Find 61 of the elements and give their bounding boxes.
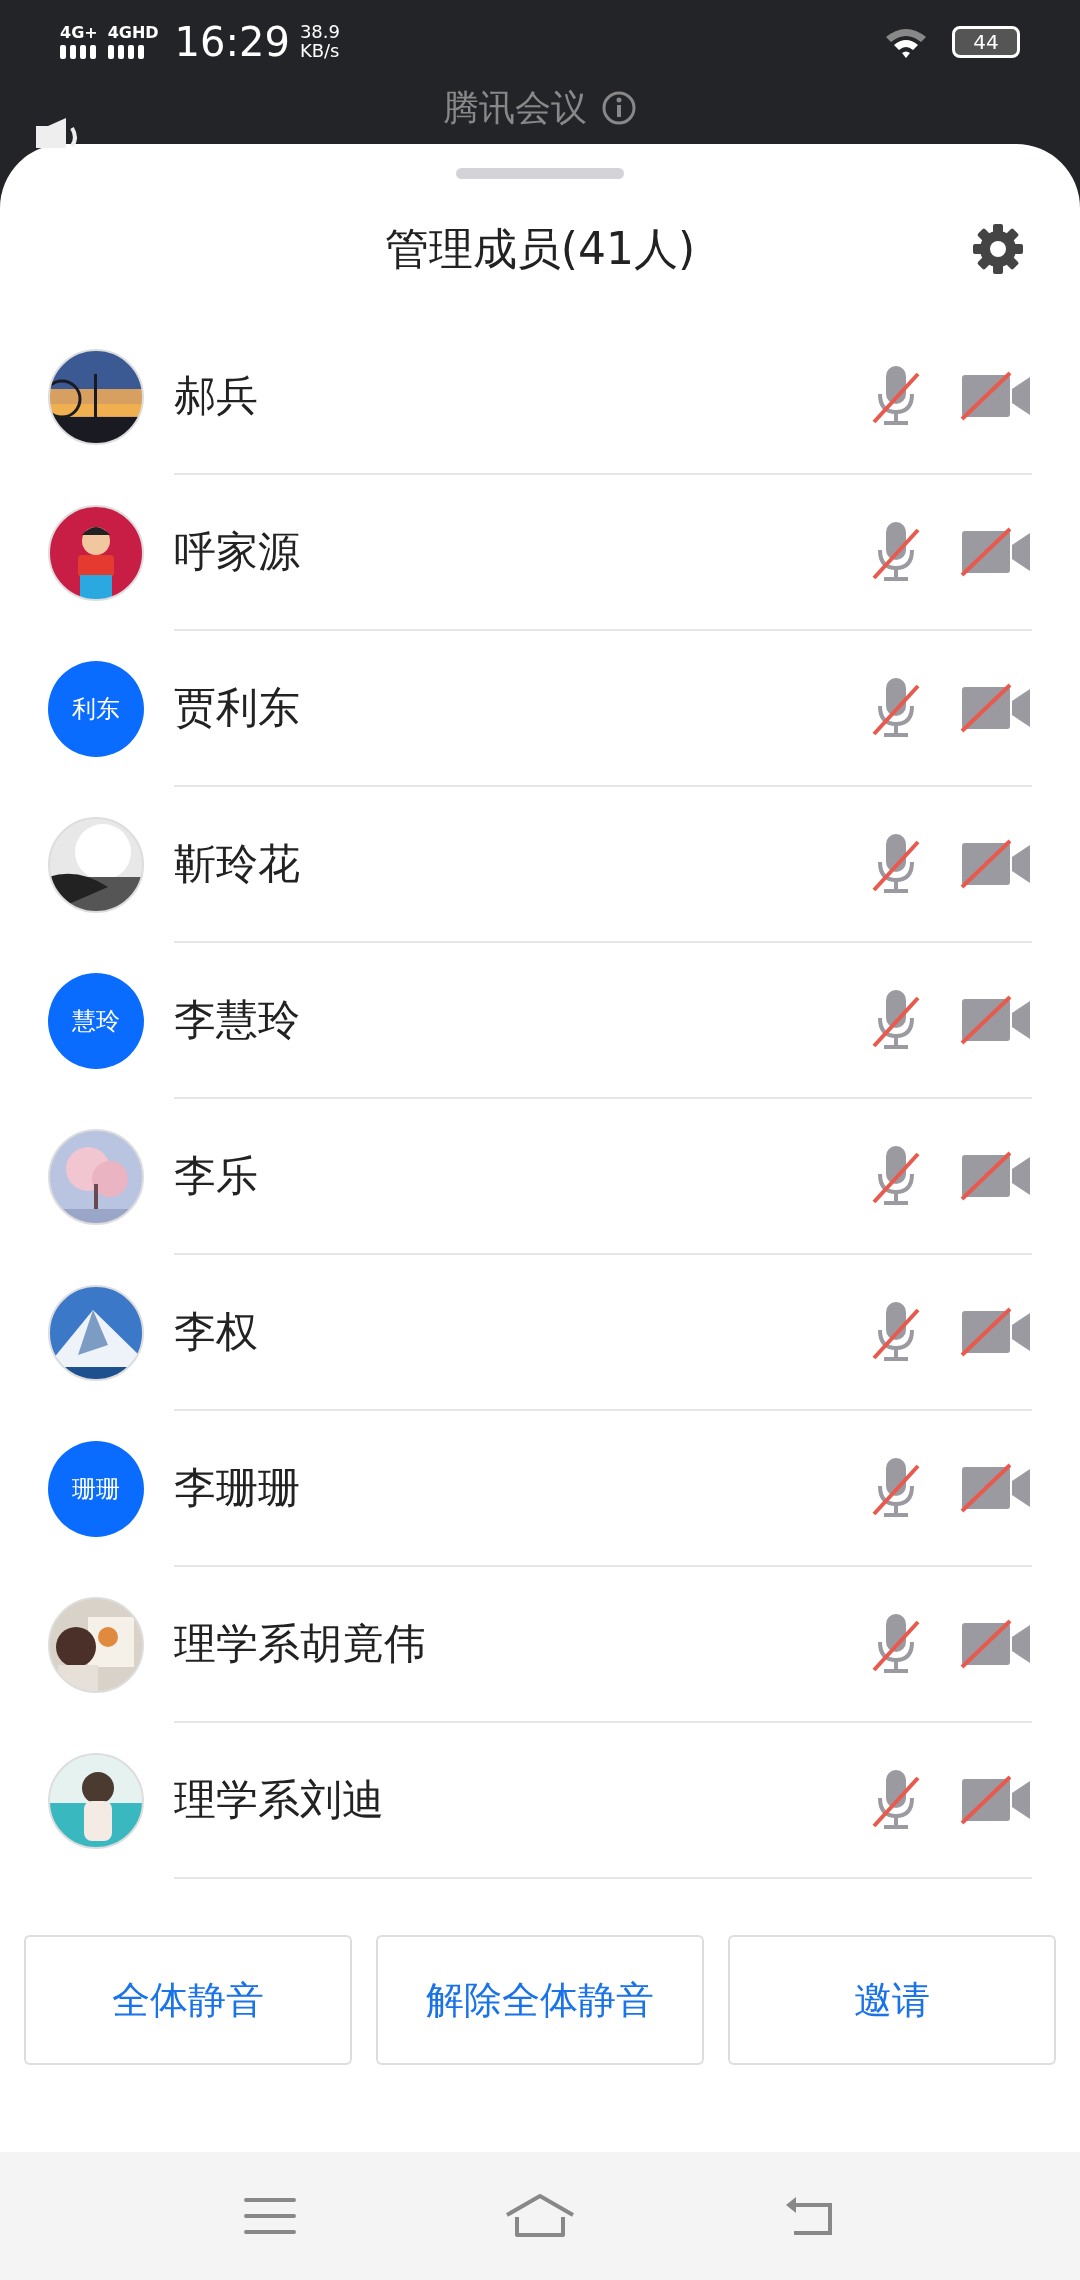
muted-mic-icon[interactable] <box>872 988 920 1052</box>
camera-off-icon[interactable] <box>960 371 1032 421</box>
member-name: 理学系刘迪 <box>174 1774 385 1826</box>
meeting-title: 腾讯会议 <box>443 86 587 130</box>
camera-off-icon[interactable] <box>960 839 1032 889</box>
muted-mic-icon[interactable] <box>872 364 920 428</box>
muted-mic-icon[interactable] <box>872 1144 920 1208</box>
member-row[interactable]: 靳玲花 <box>0 787 1080 943</box>
member-row[interactable]: 理学系胡竟伟 <box>0 1567 1080 1723</box>
camera-off-icon[interactable] <box>960 1307 1032 1357</box>
drag-handle[interactable] <box>456 168 624 179</box>
clock: 16:29 <box>174 19 290 65</box>
camera-off-icon[interactable] <box>960 1151 1032 1201</box>
member-row[interactable]: 慧玲 李慧玲 <box>0 943 1080 1099</box>
member-name: 李珊珊 <box>174 1462 301 1514</box>
action-button[interactable]: 解除全体静音 <box>376 1935 704 2065</box>
camera-off-icon[interactable] <box>960 1463 1032 1513</box>
avatar-initials: 慧玲 <box>48 973 144 1069</box>
member-row[interactable]: 理学系刘迪 <box>0 1723 1080 1879</box>
member-name: 理学系胡竟伟 <box>174 1618 427 1670</box>
muted-mic-icon[interactable] <box>872 1612 920 1676</box>
muted-mic-icon[interactable] <box>872 520 920 584</box>
sheet-title: 管理成员(41人) <box>384 221 696 276</box>
member-name: 呼家源 <box>174 526 301 578</box>
camera-off-icon[interactable] <box>960 683 1032 733</box>
camera-off-icon[interactable] <box>960 995 1032 1045</box>
member-name: 靳玲花 <box>174 838 301 890</box>
home-icon[interactable] <box>504 2193 576 2239</box>
signal-icon <box>60 45 96 59</box>
member-row[interactable]: 李乐 <box>0 1099 1080 1255</box>
action-button[interactable]: 邀请 <box>728 1935 1056 2065</box>
member-name: 李乐 <box>174 1150 259 1202</box>
network-label: 4GHD <box>107 25 159 41</box>
camera-off-icon[interactable] <box>960 1775 1032 1825</box>
member-row[interactable]: 利东 贾利东 <box>0 631 1080 787</box>
member-row[interactable]: 李权 <box>0 1255 1080 1411</box>
menu-icon[interactable] <box>244 2196 296 2236</box>
camera-off-icon[interactable] <box>960 1619 1032 1669</box>
avatar-initials: 珊珊 <box>48 1441 144 1537</box>
network-label: 4G+ <box>60 25 98 41</box>
camera-off-icon[interactable] <box>960 527 1032 577</box>
battery-indicator: 44 <box>952 26 1020 58</box>
muted-mic-icon[interactable] <box>872 1456 920 1520</box>
member-name: 李慧玲 <box>174 994 301 1046</box>
muted-mic-icon[interactable] <box>872 676 920 740</box>
member-name: 郝兵 <box>174 370 259 422</box>
signal-icon <box>107 45 144 59</box>
settings-icon[interactable] <box>972 223 1024 275</box>
muted-mic-icon[interactable] <box>872 1768 920 1832</box>
member-name: 李权 <box>174 1306 259 1358</box>
info-icon[interactable] <box>601 90 637 126</box>
member-row[interactable]: 郝兵 <box>0 319 1080 475</box>
member-row[interactable]: 呼家源 <box>0 475 1080 631</box>
speed-unit: KB/s <box>299 42 340 61</box>
member-row[interactable]: 珊珊 李珊珊 <box>0 1411 1080 1567</box>
member-name: 贾利东 <box>174 682 301 734</box>
avatar-initials: 利东 <box>48 661 144 757</box>
action-button[interactable]: 全体静音 <box>24 1935 352 2065</box>
muted-mic-icon[interactable] <box>872 832 920 896</box>
muted-mic-icon[interactable] <box>872 1300 920 1364</box>
speed-value: 38.9 <box>299 23 340 42</box>
